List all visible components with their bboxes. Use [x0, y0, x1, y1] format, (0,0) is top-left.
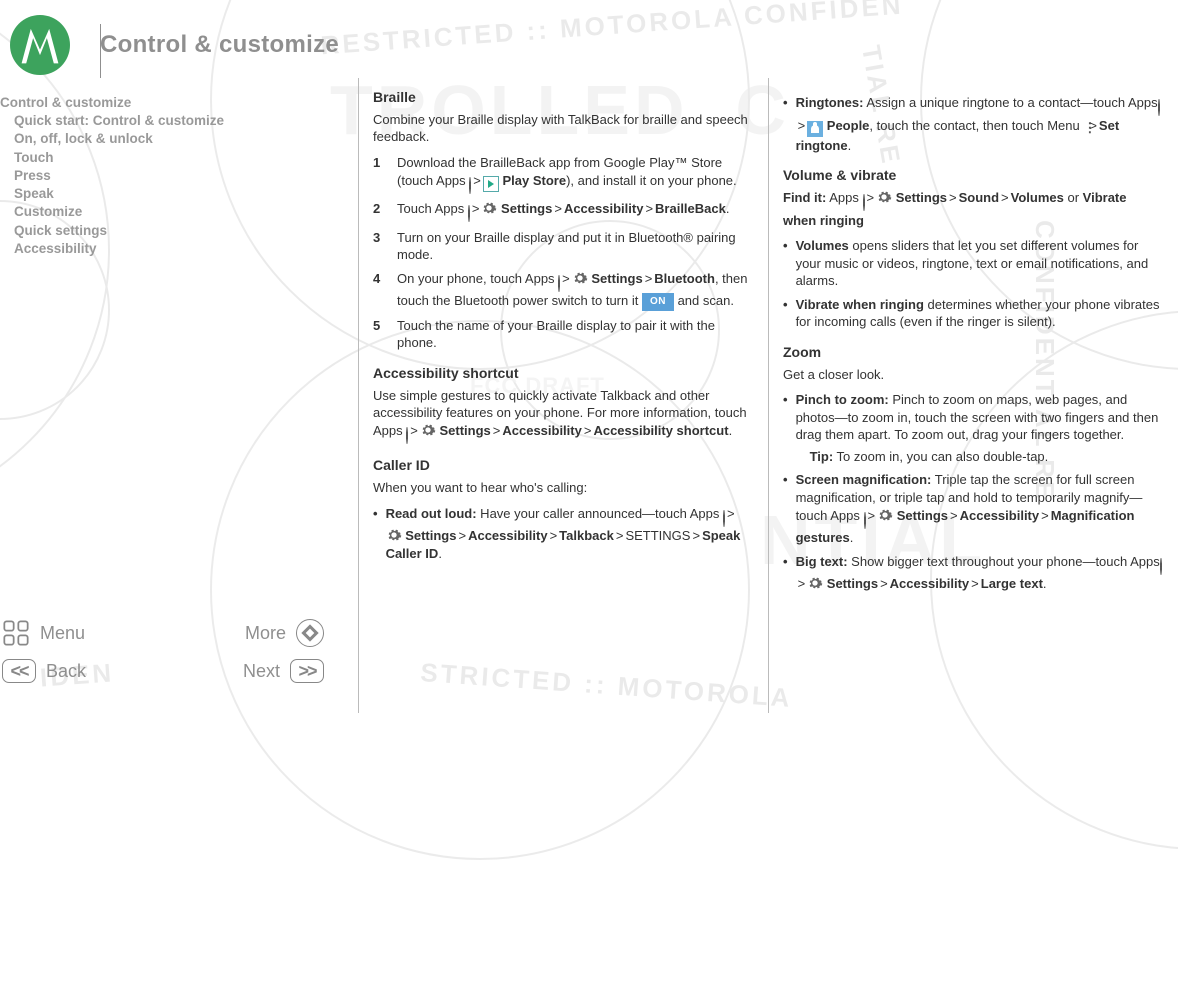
- on-toggle-badge: ON: [642, 293, 674, 311]
- braille-intro: Combine your Braille display with TalkBa…: [373, 111, 750, 146]
- braille-step-1: 1 Download the BrailleBack app from Goog…: [373, 154, 750, 194]
- screen-magnification-bullet: Screen magnification: Triple tap the scr…: [783, 471, 1160, 546]
- braille-step-3: 3 Turn on your Braille display and put i…: [373, 229, 750, 264]
- braille-step-2: 2 Touch Apps > Settings>Accessibility>Br…: [373, 200, 750, 223]
- toc-item-2[interactable]: On, off, lock & unlock: [0, 130, 338, 148]
- gear-icon: [386, 528, 402, 543]
- more-icon[interactable]: [296, 619, 324, 647]
- caller-id-read-out-loud: Read out loud: Have your caller announce…: [373, 505, 750, 563]
- nav-more-label[interactable]: More: [245, 623, 286, 644]
- apps-icon: [1160, 558, 1162, 575]
- motorola-logo: [10, 15, 70, 75]
- zoom-heading: Zoom: [783, 343, 1160, 362]
- gear-icon: [807, 576, 823, 591]
- header: Control & customize: [0, 0, 1178, 78]
- play-store-icon: [483, 176, 499, 192]
- gear-icon: [877, 508, 893, 523]
- nav-next-label[interactable]: Next: [243, 661, 280, 682]
- toc: Control & customizeQuick start: Control …: [0, 94, 338, 258]
- toc-item-5[interactable]: Speak: [0, 185, 338, 203]
- gear-icon: [876, 190, 892, 205]
- menu-grid-icon[interactable]: [2, 619, 30, 647]
- accessibility-shortcut-heading: Accessibility shortcut: [373, 364, 750, 383]
- gear-icon: [420, 423, 436, 438]
- pinch-to-zoom-bullet: Pinch to zoom: Pinch to zoom on maps, we…: [783, 391, 1160, 465]
- sidebar-footer-nav: Menu More << Back Next: [0, 613, 338, 703]
- toc-item-6[interactable]: Customize: [0, 203, 338, 221]
- ringtones-bullet: Ringtones: Assign a unique ringtone to a…: [783, 94, 1160, 154]
- content-column-1: Braille Combine your Braille display wit…: [358, 78, 768, 713]
- gear-icon: [572, 271, 588, 286]
- toc-item-8[interactable]: Accessibility: [0, 240, 338, 258]
- accessibility-shortcut-text: Use simple gestures to quickly activate …: [373, 387, 750, 445]
- nav-menu-label[interactable]: Menu: [40, 623, 85, 644]
- next-icon[interactable]: >>: [290, 659, 324, 683]
- toc-item-7[interactable]: Quick settings: [0, 222, 338, 240]
- content-column-2: Ringtones: Assign a unique ringtone to a…: [768, 78, 1178, 713]
- motorola-m-icon: [17, 22, 63, 68]
- sidebar: Control & customizeQuick start: Control …: [0, 78, 358, 713]
- apps-icon: [1158, 99, 1160, 116]
- toc-item-0[interactable]: Control & customize: [0, 94, 338, 112]
- volumes-bullet: Volumes opens sliders that let you set d…: [783, 237, 1160, 290]
- big-text-bullet: Big text: Show bigger text throughout yo…: [783, 553, 1160, 593]
- toc-item-4[interactable]: Press: [0, 167, 338, 185]
- page-title: Control & customize: [100, 31, 339, 59]
- braille-heading: Braille: [373, 88, 750, 107]
- nav-back-label[interactable]: Back: [46, 661, 86, 682]
- caller-id-intro: When you want to hear who's calling:: [373, 479, 750, 497]
- zoom-intro: Get a closer look.: [783, 366, 1160, 384]
- volume-find-it: Find it: Apps > Settings>Sound>Volumes o…: [783, 189, 1160, 229]
- volume-vibrate-heading: Volume & vibrate: [783, 166, 1160, 185]
- braille-step-4: 4 On your phone, touch Apps > Settings>B…: [373, 270, 750, 311]
- people-icon: [807, 121, 823, 137]
- toc-item-3[interactable]: Touch: [0, 149, 338, 167]
- gear-icon: [481, 201, 497, 216]
- vibrate-bullet: Vibrate when ringing determines whether …: [783, 296, 1160, 331]
- toc-item-1[interactable]: Quick start: Control & customize: [0, 112, 338, 130]
- caller-id-heading: Caller ID: [373, 456, 750, 475]
- back-icon[interactable]: <<: [2, 659, 36, 683]
- braille-step-5: 5 Touch the name of your Braille display…: [373, 317, 750, 352]
